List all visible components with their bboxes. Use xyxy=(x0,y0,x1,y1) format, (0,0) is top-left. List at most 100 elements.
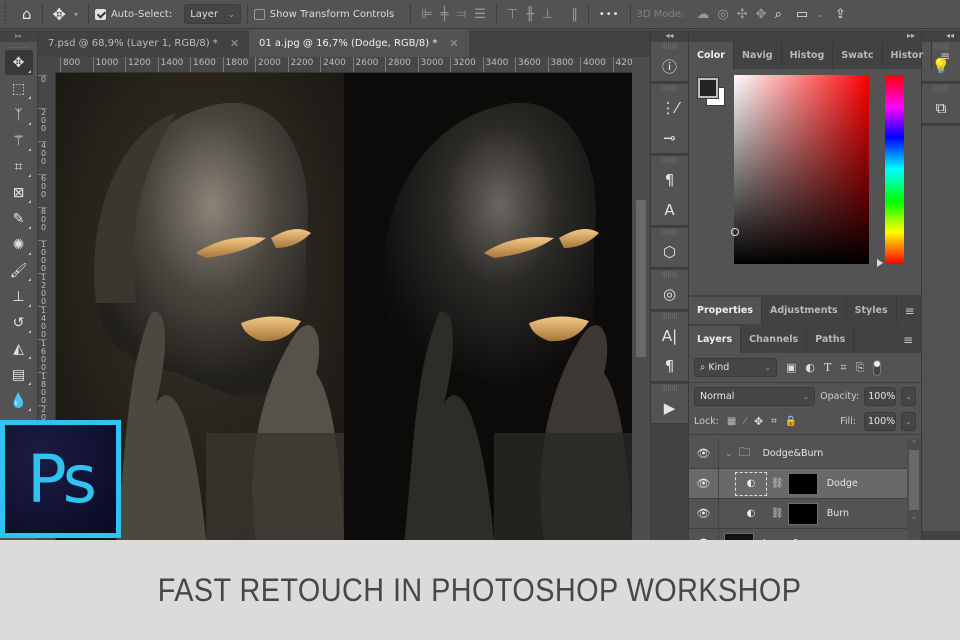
character-styles-icon[interactable]: A xyxy=(651,195,688,225)
layers-panel-menu-icon[interactable]: ≡ xyxy=(895,326,921,353)
brush-tool[interactable]: 🖌 xyxy=(5,258,33,283)
filter-adjustment-icon[interactable]: ◐ xyxy=(805,361,815,374)
tab-channels[interactable]: Channels xyxy=(741,326,808,353)
paragraph-styles-icon[interactable]: ¶ xyxy=(651,165,688,195)
scroll-down-icon[interactable]: ⌄ xyxy=(907,512,921,521)
right-dock-expand-button[interactable]: ◂◂ xyxy=(922,30,960,42)
brush-settings-icon[interactable]: ⋮⁄ xyxy=(651,93,688,123)
workspace-icon[interactable]: ▭ xyxy=(792,4,812,24)
properties-panel-menu-icon[interactable]: ≡ xyxy=(897,297,923,324)
lock-all-icon[interactable]: 🔒 xyxy=(785,416,797,427)
layer-row-group[interactable]: 👁 ⌄ 🗀 Dodge&Burn xyxy=(689,439,921,469)
frame-tool[interactable]: ⊠ xyxy=(5,180,33,205)
more-options-button[interactable]: ••• xyxy=(595,4,624,24)
opacity-dropdown-button[interactable]: ⌄ xyxy=(901,386,916,406)
align-right-icon[interactable]: ⫤ xyxy=(452,4,470,24)
clone-stamp-tool[interactable]: ⊥ xyxy=(5,284,33,309)
character-icon[interactable]: A| xyxy=(651,321,688,351)
lock-position-icon[interactable]: ✥ xyxy=(754,415,763,428)
color-picker-cursor[interactable] xyxy=(731,228,739,236)
distribute-v-icon[interactable]: ‖ xyxy=(567,4,582,24)
visibility-eye-icon[interactable]: 👁 xyxy=(689,439,719,468)
link-icon[interactable]: ⛓ xyxy=(771,478,784,489)
scrollbar-thumb[interactable] xyxy=(636,200,646,357)
tab-swatches[interactable]: Swatc xyxy=(833,42,883,69)
eraser-tool[interactable]: ◭ xyxy=(5,336,33,361)
crop-tool[interactable]: ⌗ xyxy=(5,154,33,179)
tab-styles[interactable]: Styles xyxy=(847,297,897,324)
color-field[interactable] xyxy=(731,75,869,264)
move-icon[interactable]: ✥ xyxy=(49,4,70,24)
foreground-color-swatch[interactable] xyxy=(697,77,719,99)
blend-mode-dropdown[interactable]: Normal ⌄ xyxy=(694,386,816,406)
gradient-tool[interactable]: ▤ xyxy=(5,362,33,387)
roll-3d-icon[interactable]: ◎ xyxy=(713,4,732,24)
actions-play-icon[interactable]: ▶ xyxy=(651,393,688,423)
auto-select-checkbox[interactable] xyxy=(94,8,106,20)
tab-history[interactable]: Histor xyxy=(883,42,933,69)
3d-icon[interactable]: ⬡ xyxy=(651,237,688,267)
tab-document-7psd[interactable]: 7.psd @ 68,9% (Layer 1, RGB/8) * ✕ xyxy=(38,30,250,57)
document-canvas[interactable] xyxy=(56,73,632,540)
align-center-h-icon[interactable]: ╪ xyxy=(437,4,453,24)
layer-row[interactable]: 👁 ◐ ⛓ Burn xyxy=(689,499,921,529)
pan-3d-icon[interactable]: ✣ xyxy=(733,4,752,24)
layers-scrollbar[interactable]: ⌃ ⌄ xyxy=(907,439,921,539)
scroll-up-icon[interactable]: ⌃ xyxy=(907,439,921,448)
layer-row-selected[interactable]: 👁 ◐ ⛓ Dodge xyxy=(689,469,921,499)
fill-input[interactable]: 100% xyxy=(864,412,896,431)
layers-scrollbar-thumb[interactable] xyxy=(909,450,919,510)
close-icon[interactable]: ✕ xyxy=(230,37,239,50)
tab-adjustments[interactable]: Adjustments xyxy=(762,297,847,324)
tools-grip[interactable] xyxy=(8,42,29,48)
orbit-3d-icon[interactable]: ☁ xyxy=(692,4,713,24)
tab-histogram[interactable]: Histog xyxy=(782,42,834,69)
filter-pixel-icon[interactable]: ▣ xyxy=(786,361,796,374)
horizontal-ruler[interactable]: 800 1000 1200 1400 1600 1800 2000 2200 2400 2600 2… xyxy=(56,57,632,73)
filter-toggle[interactable] xyxy=(873,359,882,376)
layer-mask-thumbnail[interactable] xyxy=(787,502,818,525)
lasso-tool[interactable]: ᛉ xyxy=(5,102,33,127)
color-panel-menu-icon[interactable]: ≡ xyxy=(932,42,958,69)
hue-slider-handle[interactable] xyxy=(877,259,883,267)
visibility-eye-icon[interactable]: 👁 xyxy=(689,499,719,528)
tab-document-01a[interactable]: 01 a.jpg @ 16,7% (Dodge, RGB/8) * ✕ xyxy=(249,30,469,57)
marquee-tool[interactable]: ⬚ xyxy=(5,76,33,101)
slide-3d-icon[interactable]: ✥ xyxy=(752,4,771,24)
info-icon[interactable]: ⓘ xyxy=(651,51,688,81)
opacity-input[interactable]: 100% xyxy=(864,386,897,406)
align-bottom-icon[interactable]: ⊥ xyxy=(538,4,557,24)
tab-layers[interactable]: Layers xyxy=(689,326,742,353)
group-expand-chevron-icon[interactable]: ⌄ xyxy=(725,449,733,459)
workspace-chevron-icon[interactable]: ⌄ xyxy=(812,4,827,24)
magic-wand-tool[interactable]: ⚚ xyxy=(5,128,33,153)
layer-filter-kind-dropdown[interactable]: ⌕ Kind ⌄ xyxy=(694,358,777,377)
eyedropper-tool[interactable]: ✎ xyxy=(5,206,33,231)
panels-collapse-button[interactable]: ▸▸ xyxy=(689,30,921,42)
fill-dropdown-button[interactable]: ⌄ xyxy=(901,412,916,431)
hue-slider[interactable] xyxy=(885,75,904,264)
move-tool[interactable]: ✥ xyxy=(4,50,33,75)
filter-smart-object-icon[interactable]: ⎘ xyxy=(856,361,865,375)
tool-preset-chevron-icon[interactable]: ▾ xyxy=(70,4,82,24)
filter-type-icon[interactable]: T xyxy=(824,361,831,374)
ruler-corner[interactable] xyxy=(38,57,56,73)
close-icon[interactable]: ✕ xyxy=(449,37,458,50)
options-bar-grip[interactable] xyxy=(4,4,14,24)
dock-expand-button[interactable]: ◂◂ xyxy=(651,30,688,42)
visibility-eye-icon[interactable]: 👁 xyxy=(689,469,719,498)
filter-shape-icon[interactable]: ⌗ xyxy=(840,361,846,375)
tab-paths[interactable]: Paths xyxy=(807,326,855,353)
align-left-icon[interactable]: ⊫ xyxy=(417,4,436,24)
home-icon[interactable]: ⌂ xyxy=(18,4,36,24)
libraries-icon[interactable]: ⧉ xyxy=(922,93,960,123)
properties-3d-icon[interactable]: ◎ xyxy=(651,279,688,309)
distribute-h-icon[interactable]: ☰ xyxy=(470,4,490,24)
healing-brush-tool[interactable]: ✺ xyxy=(5,232,33,257)
paragraph-icon[interactable]: ¶ xyxy=(651,351,688,381)
lock-transparent-icon[interactable]: ▦ xyxy=(727,416,736,427)
blur-tool[interactable]: 💧 xyxy=(5,388,33,413)
link-icon[interactable]: ⛓ xyxy=(771,508,784,519)
layer-mask-thumbnail[interactable] xyxy=(787,472,818,495)
auto-select-target-dropdown[interactable]: Layer ⌄ xyxy=(184,4,241,24)
